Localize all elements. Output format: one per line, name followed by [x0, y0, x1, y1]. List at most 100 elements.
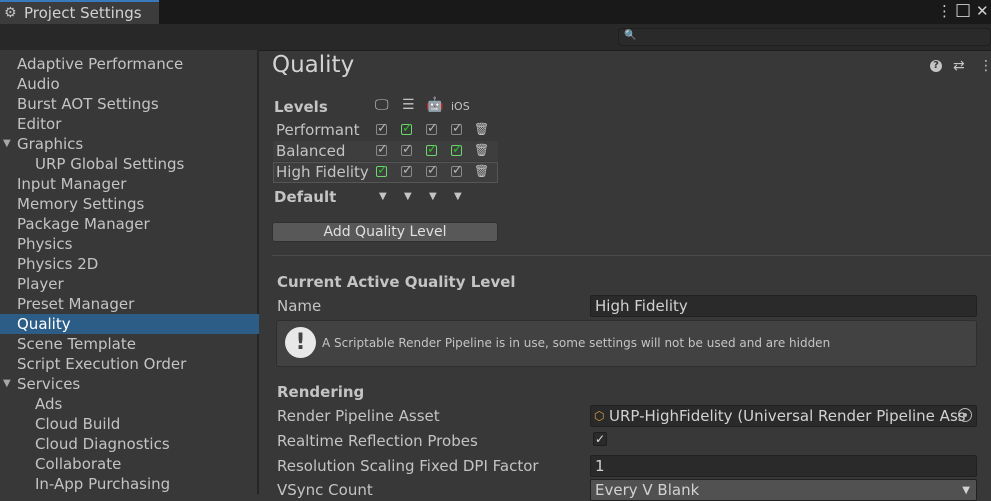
preset-icon[interactable]: ⇄: [953, 58, 965, 74]
search-icon: 🔍: [624, 30, 637, 41]
window-tab[interactable]: ⚙ Project Settings: [0, 0, 159, 24]
sidebar-item[interactable]: Player: [0, 274, 259, 294]
sidebar-item-label: Script Execution Order: [17, 355, 187, 373]
sidebar-item-label: Package Manager: [17, 215, 150, 233]
level-platform-checkbox[interactable]: [401, 121, 413, 136]
expand-arrow-icon[interactable]: ▼: [3, 134, 11, 154]
levels-label: Levels: [274, 98, 328, 116]
android-platform-icon: 🤖: [426, 97, 444, 113]
level-platform-checkbox[interactable]: [376, 142, 388, 157]
level-name[interactable]: High Fidelity: [276, 163, 369, 181]
default-dropdown-standalone[interactable]: ▼: [379, 191, 387, 202]
level-platform-checkbox[interactable]: [376, 121, 388, 136]
close-icon[interactable]: ✕: [976, 2, 989, 20]
sidebar-item-label: Audio: [17, 75, 60, 93]
level-platform-checkbox[interactable]: [426, 121, 438, 136]
info-helpbox: ! A Scriptable Render Pipeline is in use…: [276, 320, 977, 367]
default-dropdown-android[interactable]: ▼: [429, 191, 437, 202]
sidebar-item[interactable]: Adaptive Performance: [0, 54, 259, 74]
sidebar-item-label: Ads: [35, 395, 63, 413]
default-dropdown-ios[interactable]: ▼: [454, 191, 462, 202]
realtime-reflection-probes-checkbox[interactable]: ✓: [593, 432, 607, 446]
sidebar-item[interactable]: In-App Purchasing: [0, 474, 259, 494]
ios-platform-label: iOS: [451, 100, 470, 113]
sidebar-item[interactable]: ▼ Graphics: [0, 134, 259, 154]
sidebar-item[interactable]: Quality: [0, 314, 259, 334]
vsync-count-value: Every V Blank: [595, 481, 700, 499]
sidebar-item[interactable]: Memory Settings: [0, 194, 259, 214]
sidebar-item[interactable]: Editor: [0, 114, 259, 134]
search-input[interactable]: 🔍: [618, 28, 991, 46]
standalone-platform-icon: 🖵: [375, 97, 389, 113]
name-field[interactable]: High Fidelity: [590, 295, 977, 317]
sidebar-item[interactable]: Package Manager: [0, 214, 259, 234]
sidebar-item[interactable]: Ads: [0, 394, 259, 414]
sidebar-item[interactable]: Collaborate: [0, 454, 259, 474]
level-platform-checkbox[interactable]: [376, 163, 388, 178]
render-pipeline-asset-value: URP-HighFidelity (Universal Render Pipel…: [609, 407, 966, 425]
sidebar-item-label: URP Global Settings: [35, 155, 185, 173]
delete-level-icon[interactable]: 🗑: [474, 122, 489, 136]
more-menu-icon[interactable]: ⋮: [937, 2, 952, 20]
divider: [272, 255, 991, 256]
chevron-down-icon: ▼: [962, 485, 970, 496]
level-platform-checkbox[interactable]: [426, 163, 438, 178]
sidebar-item-label: Graphics: [17, 135, 84, 153]
sidebar-item-label: Physics 2D: [17, 255, 99, 273]
sidebar-item[interactable]: Scene Template: [0, 334, 259, 354]
sidebar-item-label: Burst AOT Settings: [17, 95, 159, 113]
window-title: Project Settings: [24, 4, 142, 22]
vsync-count-dropdown[interactable]: Every V Blank ▼: [590, 479, 977, 501]
sidebar-item-label: Adaptive Performance: [17, 55, 184, 73]
sidebar-item-label: Cloud Build: [35, 415, 121, 433]
sidebar-item[interactable]: Input Manager: [0, 174, 259, 194]
sidebar-item[interactable]: ▼ Services: [0, 374, 259, 394]
sidebar-item[interactable]: Burst AOT Settings: [0, 94, 259, 114]
more-options-icon[interactable]: ⋮: [979, 58, 991, 74]
info-text: A Scriptable Render Pipeline is in use, …: [322, 336, 831, 350]
sidebar-item-label: Player: [17, 275, 64, 293]
sidebar-item[interactable]: Script Execution Order: [0, 354, 259, 374]
sidebar-item-label: Quality: [17, 315, 71, 333]
rendering-heading: Rendering: [277, 383, 365, 401]
info-icon: !: [285, 327, 316, 358]
default-label: Default: [274, 188, 337, 206]
sidebar-item[interactable]: Cloud Diagnostics: [0, 434, 259, 454]
delete-level-icon[interactable]: 🗑: [474, 164, 489, 178]
add-quality-level-button[interactable]: Add Quality Level: [272, 222, 498, 242]
maximize-icon[interactable]: □: [955, 0, 971, 20]
sidebar-item-label: Scene Template: [17, 335, 136, 353]
sidebar-item-label: Services: [17, 375, 81, 393]
sidebar-item[interactable]: Physics: [0, 234, 259, 254]
resolution-scaling-field[interactable]: 1: [590, 455, 977, 477]
name-label: Name: [277, 297, 322, 315]
render-pipeline-asset-field[interactable]: ⬡ URP-HighFidelity (Universal Render Pip…: [590, 405, 977, 427]
sidebar-item-label: Input Manager: [17, 175, 127, 193]
current-level-heading: Current Active Quality Level: [277, 273, 516, 291]
default-dropdown-server[interactable]: ▼: [404, 191, 412, 202]
sidebar-item-label: In-App Purchasing: [35, 475, 171, 493]
vsync-count-label: VSync Count: [277, 481, 373, 499]
delete-level-icon[interactable]: 🗑: [474, 143, 489, 157]
sidebar-item[interactable]: URP Global Settings: [0, 154, 259, 174]
expand-arrow-icon[interactable]: ▼: [3, 374, 11, 394]
level-platform-checkbox[interactable]: [451, 163, 463, 178]
sidebar-item[interactable]: Audio: [0, 74, 259, 94]
level-name[interactable]: Balanced: [276, 142, 345, 160]
sidebar-item-label: Cloud Diagnostics: [35, 435, 170, 453]
level-platform-checkbox[interactable]: [451, 142, 463, 157]
sidebar-item[interactable]: Physics 2D: [0, 254, 259, 274]
object-picker-icon[interactable]: [958, 408, 972, 422]
sidebar-item-label: Editor: [17, 115, 62, 133]
resolution-scaling-label: Resolution Scaling Fixed DPI Factor: [277, 457, 539, 475]
sidebar-item[interactable]: Cloud Build: [0, 414, 259, 434]
level-platform-checkbox[interactable]: [401, 163, 413, 178]
render-pipeline-asset-label: Render Pipeline Asset: [277, 407, 440, 425]
sidebar-item-label: Preset Manager: [17, 295, 135, 313]
level-platform-checkbox[interactable]: [426, 142, 438, 157]
sidebar-item[interactable]: Preset Manager: [0, 294, 259, 314]
level-platform-checkbox[interactable]: [401, 142, 413, 157]
level-platform-checkbox[interactable]: [451, 121, 463, 136]
level-name[interactable]: Performant: [276, 121, 359, 139]
help-icon[interactable]: ?: [930, 60, 942, 72]
